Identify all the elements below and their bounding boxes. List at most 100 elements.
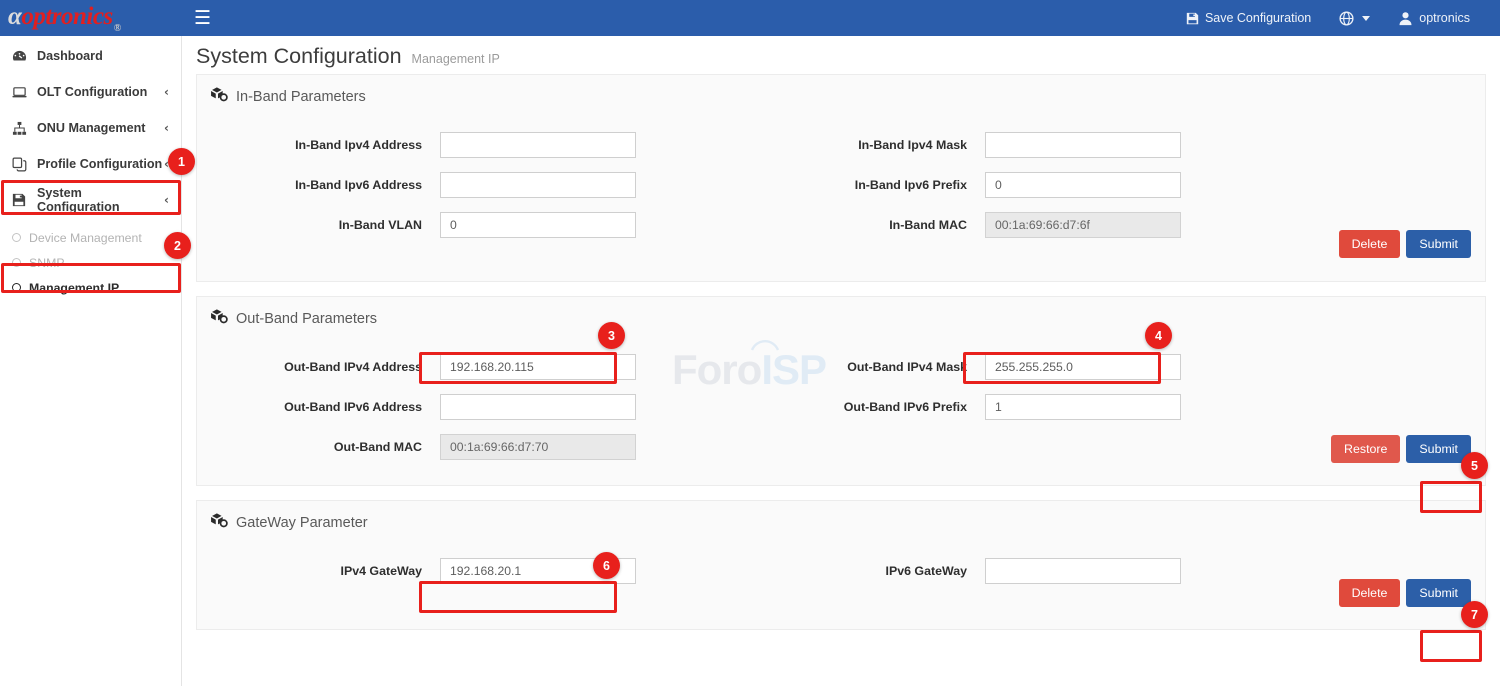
sidebar-item-snmp[interactable]: SNMP <box>0 250 181 275</box>
chevron-left-icon: ‹ <box>164 121 169 135</box>
breadcrumb: Management IP <box>412 52 500 66</box>
sidebar-subitem-label: SNMP <box>29 256 65 270</box>
page-title: System Configuration <box>196 44 402 69</box>
cubes-icon <box>211 309 228 328</box>
user-icon <box>1398 11 1413 26</box>
panel-title-label: GateWay Parameter <box>236 515 368 531</box>
laptop-icon <box>12 85 32 100</box>
username-label: optronics <box>1419 11 1470 25</box>
field-row-out-band-mac: Out-Band MAC <box>217 434 636 460</box>
topbar-right-group: Save Configuration optronics <box>1172 0 1500 36</box>
cubes-icon <box>211 87 228 106</box>
circle-bullet-icon <box>12 283 21 292</box>
out-band-mac-input <box>440 434 636 460</box>
annotation-badge-3: 3 <box>598 322 625 349</box>
hamburger-icon[interactable]: ☰ <box>182 9 223 28</box>
out-band-restore-button[interactable]: Restore <box>1331 435 1400 463</box>
logo-helix-glyph: α <box>8 3 21 30</box>
ipv6-gateway-input[interactable] <box>985 558 1181 584</box>
sidebar-item-profile-configuration[interactable]: Profile Configuration ‹ <box>0 146 181 182</box>
field-row-out-band-ipv4-mask: Out-Band IPv4 Mask <box>762 354 1181 380</box>
field-row-out-band-ipv6-address: Out-Band IPv6 Address <box>217 394 636 420</box>
sidebar-subitem-label: Device Management <box>29 231 142 245</box>
field-label: Out-Band IPv6 Address <box>217 400 422 414</box>
main-content: System Configuration Management IP ForoI… <box>182 36 1500 686</box>
field-label: IPv4 GateWay <box>217 564 422 578</box>
sidebar-item-label: System Configuration <box>32 186 164 214</box>
in-band-delete-button[interactable]: Delete <box>1339 230 1401 258</box>
panel-title-label: Out-Band Parameters <box>236 311 377 327</box>
field-row-in-band-ipv4-mask: In-Band Ipv4 Mask <box>762 132 1181 158</box>
chevron-down-icon <box>1362 16 1370 21</box>
field-label: In-Band VLAN <box>217 218 422 232</box>
field-row-in-band-ipv6-address: In-Band Ipv6 Address <box>217 172 636 198</box>
sidebar-item-onu-management[interactable]: ONU Management ‹ <box>0 110 181 146</box>
gateway-delete-button[interactable]: Delete <box>1339 579 1401 607</box>
sidebar-item-dashboard[interactable]: Dashboard <box>0 38 181 74</box>
in-band-ipv4-mask-input[interactable] <box>985 132 1181 158</box>
out-band-ipv4-mask-input[interactable] <box>985 354 1181 380</box>
user-menu[interactable]: optronics <box>1384 0 1484 36</box>
top-navigation-bar: αoptronics® ☰ Save Configuration opt <box>0 0 1500 36</box>
save-configuration-label: Save Configuration <box>1205 11 1311 25</box>
circle-bullet-icon <box>12 233 21 242</box>
gateway-submit-button[interactable]: Submit <box>1406 579 1471 607</box>
out-band-button-row: Restore Submit <box>1331 435 1471 463</box>
save-configuration-button[interactable]: Save Configuration <box>1172 0 1325 36</box>
out-band-ipv4-address-input[interactable] <box>440 354 636 380</box>
circle-bullet-icon <box>12 258 21 267</box>
field-label: Out-Band IPv6 Prefix <box>762 400 967 414</box>
page-header: System Configuration Management IP <box>182 36 1500 74</box>
gateway-button-row: Delete Submit <box>1339 579 1471 607</box>
panel-in-band-parameters: In-Band Parameters In-Band Ipv4 Address … <box>196 74 1486 282</box>
in-band-submit-button[interactable]: Submit <box>1406 230 1471 258</box>
panel-gateway-parameter: GateWay Parameter IPv4 GateWay IPv6 Gate… <box>196 500 1486 630</box>
sidebar-item-olt-configuration[interactable]: OLT Configuration ‹ <box>0 74 181 110</box>
language-selector[interactable] <box>1325 0 1384 36</box>
in-band-ipv4-address-input[interactable] <box>440 132 636 158</box>
sidebar-item-label: ONU Management <box>32 121 164 135</box>
field-label: In-Band Ipv6 Prefix <box>762 178 967 192</box>
copy-icon <box>12 157 32 172</box>
chevron-left-icon: ‹ <box>164 85 169 99</box>
in-band-ipv6-prefix-input[interactable] <box>985 172 1181 198</box>
logo-text-label: optronics <box>21 3 112 30</box>
annotation-badge-7: 7 <box>1461 601 1488 628</box>
chevron-left-icon: ‹ <box>164 193 169 207</box>
panel-out-band-parameters: Out-Band Parameters Out-Band IPv4 Addres… <box>196 296 1486 486</box>
sidebar-subitem-label: Management IP <box>29 281 119 295</box>
sitemap-icon <box>12 121 32 136</box>
annotation-badge-5: 5 <box>1461 452 1488 479</box>
field-label: IPv6 GateWay <box>762 564 967 578</box>
sidebar-item-device-management[interactable]: Device Management <box>0 225 181 250</box>
annotation-badge-1: 1 <box>168 148 195 175</box>
submenu-spacer <box>0 218 181 225</box>
sidebar-navigation: Dashboard OLT Configuration ‹ ONU Manage… <box>0 36 182 686</box>
annotation-badge-4: 4 <box>1145 322 1172 349</box>
field-row-ipv4-gateway: IPv4 GateWay <box>217 558 636 584</box>
sidebar-item-system-configuration[interactable]: System Configuration ‹ <box>0 182 181 218</box>
panel-title-label: In-Band Parameters <box>236 89 366 105</box>
field-row-ipv6-gateway: IPv6 GateWay <box>762 558 1181 584</box>
field-row-out-band-ipv4-address: Out-Band IPv4 Address <box>217 354 636 380</box>
field-row-out-band-ipv6-prefix: Out-Band IPv6 Prefix <box>762 394 1181 420</box>
out-band-ipv6-prefix-input[interactable] <box>985 394 1181 420</box>
panel-title-gateway: GateWay Parameter <box>197 501 1485 532</box>
field-row-in-band-ipv4-address: In-Band Ipv4 Address <box>217 132 636 158</box>
panel-title-in-band: In-Band Parameters <box>197 75 1485 106</box>
field-label: In-Band Ipv4 Address <box>217 138 422 152</box>
logo-wordmark: αoptronics® <box>8 3 120 31</box>
in-band-vlan-input[interactable] <box>440 212 636 238</box>
out-band-ipv6-address-input[interactable] <box>440 394 636 420</box>
in-band-button-row: Delete Submit <box>1339 230 1471 258</box>
field-row-in-band-vlan: In-Band VLAN <box>217 212 636 238</box>
sidebar-item-management-ip[interactable]: Management IP <box>0 275 181 300</box>
dashboard-icon <box>12 49 32 64</box>
field-label: Out-Band MAC <box>217 440 422 454</box>
cubes-icon <box>211 513 228 532</box>
panel-title-out-band: Out-Band Parameters <box>197 297 1485 328</box>
in-band-mac-input <box>985 212 1181 238</box>
brand-logo[interactable]: αoptronics® <box>0 0 182 36</box>
in-band-ipv6-address-input[interactable] <box>440 172 636 198</box>
floppy-disk-icon <box>12 193 32 207</box>
